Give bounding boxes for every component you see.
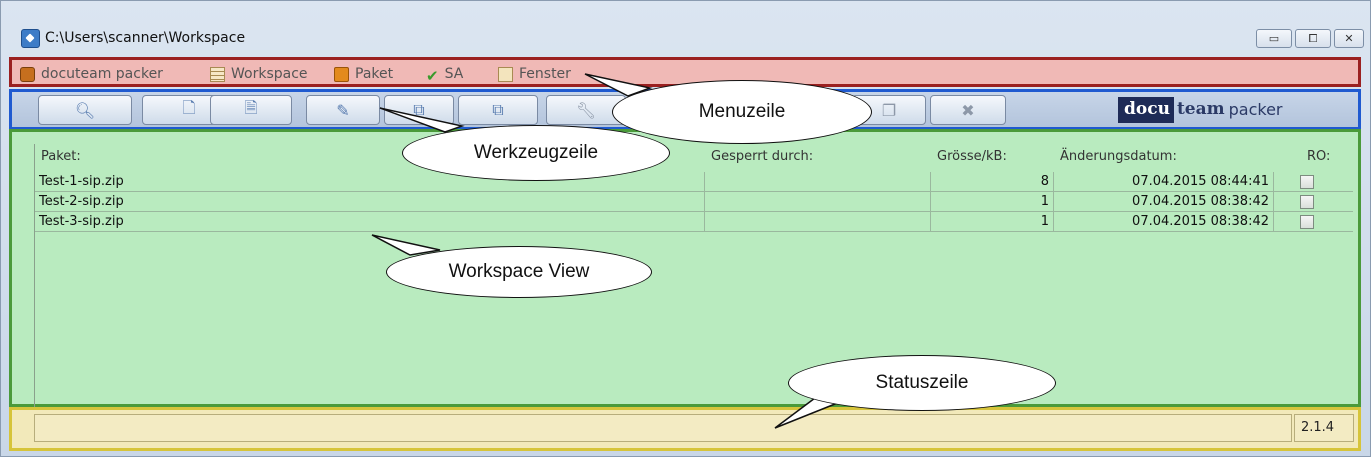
callout-werkzeugzeile: Werkzeugzeile [402,125,670,181]
callout-workspace-view: Workspace View [386,246,652,298]
callout-tail-toolbar [379,107,465,133]
callout-menuzeile: Menuzeile [612,80,872,144]
callout-statuszeile: Statuszeile [788,355,1056,411]
callout-tails [371,73,846,429]
